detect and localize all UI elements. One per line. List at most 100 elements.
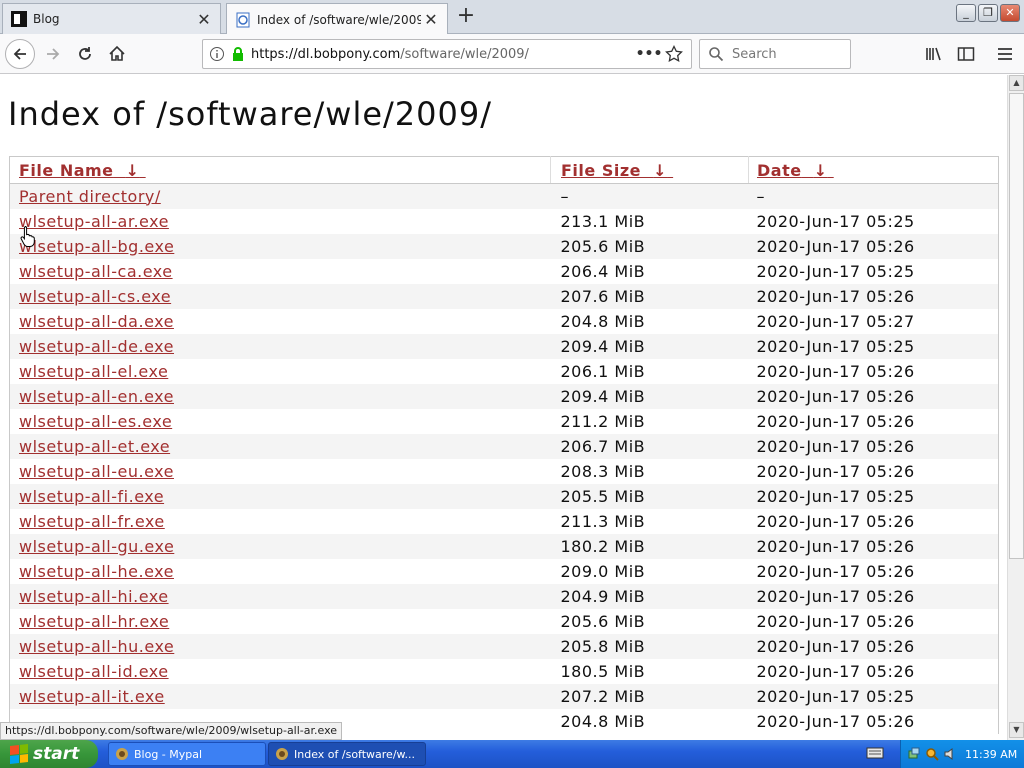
- sidebar-icon[interactable]: [956, 44, 976, 64]
- file-link[interactable]: wlsetup-all-cs.exe: [19, 287, 171, 306]
- library-icon[interactable]: [924, 44, 944, 64]
- scrollbar-thumb[interactable]: [1009, 93, 1024, 559]
- parent-directory-link[interactable]: Parent directory/: [19, 187, 161, 206]
- table-row: wlsetup-all-id.exe 180.5 MiB 2020-Jun-17 0…: [10, 659, 999, 684]
- file-link[interactable]: wlsetup-all-ca.exe: [19, 262, 173, 281]
- forward-arrow-icon: [47, 48, 60, 60]
- url-text[interactable]: https://dl.bobpony.com/software/wle/2009…: [251, 47, 635, 62]
- file-link[interactable]: wlsetup-all-gu.exe: [19, 537, 174, 556]
- taskbar-button-index[interactable]: Index of /software/w...: [268, 742, 426, 766]
- page-actions-icon[interactable]: •••: [635, 46, 663, 62]
- file-listing-table: File Name ↓ File Size ↓ Date ↓ Parent di…: [9, 156, 999, 734]
- close-window-button[interactable]: ✕: [1000, 4, 1020, 22]
- windows-taskbar: start Blog - Mypal Index of /software/w.…: [0, 740, 1024, 768]
- file-size-cell: –: [550, 183, 749, 209]
- speaker-icon[interactable]: [943, 747, 957, 761]
- table-row: wlsetup-all-gu.exe 180.2 MiB 2020-Jun-17 0…: [9, 533, 999, 559]
- keyboard-icon[interactable]: [866, 746, 884, 760]
- file-link[interactable]: wlsetup-all-el.exe: [19, 362, 168, 381]
- file-link[interactable]: wlsetup-all-fr.exe: [19, 512, 165, 531]
- header-date[interactable]: Date ↓: [748, 156, 999, 184]
- vertical-scrollbar[interactable]: ▲ ▼: [1007, 75, 1024, 740]
- file-name-cell: wlsetup-all-eu.exe: [10, 459, 551, 484]
- file-link[interactable]: wlsetup-all-bg.exe: [19, 237, 174, 256]
- date-cell: 2020-Jun-17 05:26: [748, 583, 999, 609]
- date-cell: 2020-Jun-17 05:27: [756, 311, 915, 331]
- start-button[interactable]: start: [0, 740, 98, 768]
- mypal-app-icon: [276, 748, 288, 760]
- close-tab-icon[interactable]: ✕: [421, 10, 441, 29]
- file-link[interactable]: wlsetup-all-id.exe: [19, 662, 169, 681]
- tab-index[interactable]: Index of /software/wle/2009/ ✕: [226, 3, 448, 35]
- table-row: wlsetup-all-ar.exe 213.1 MiB 2020-Jun-17 0…: [10, 209, 999, 234]
- file-name-cell: wlsetup-all-da.exe: [10, 309, 551, 334]
- file-link[interactable]: wlsetup-all-ar.exe: [19, 212, 169, 231]
- home-button[interactable]: [102, 39, 132, 69]
- minimize-button[interactable]: _: [956, 4, 976, 22]
- menu-icon[interactable]: [995, 44, 1015, 64]
- forward-button[interactable]: [38, 39, 68, 69]
- file-link[interactable]: wlsetup-all-en.exe: [19, 387, 174, 406]
- file-size-cell: 207.2 MiB: [550, 683, 749, 709]
- start-label: start: [33, 744, 80, 764]
- header-label: Date: [757, 160, 802, 180]
- taskbar-button-blog[interactable]: Blog - Mypal: [108, 742, 266, 766]
- date-cell: 2020-Jun-17 05:25: [756, 261, 915, 281]
- date-cell: –: [748, 183, 999, 209]
- date-cell: 2020-Jun-17 05:26: [756, 661, 915, 681]
- file-size-cell: 205.6 MiB: [560, 611, 646, 631]
- bookmark-star-icon[interactable]: [665, 45, 683, 63]
- url-bar[interactable]: https://dl.bobpony.com/software/wle/2009…: [202, 39, 692, 69]
- reload-button[interactable]: [70, 39, 100, 69]
- file-link[interactable]: wlsetup-all-he.exe: [19, 562, 174, 581]
- file-link[interactable]: wlsetup-all-es.exe: [19, 412, 172, 431]
- header-label: File Size: [561, 160, 641, 180]
- file-link[interactable]: wlsetup-all-da.exe: [19, 312, 174, 331]
- file-link[interactable]: wlsetup-all-de.exe: [19, 337, 174, 356]
- back-arrow-icon: [13, 48, 26, 60]
- restore-button[interactable]: ❐: [978, 4, 998, 22]
- header-file-size[interactable]: File Size ↓: [550, 156, 749, 184]
- date-cell: 2020-Jun-17 05:26: [756, 561, 915, 581]
- date-cell: 2020-Jun-17 05:26: [748, 383, 999, 409]
- file-name-cell: wlsetup-all-el.exe: [10, 359, 551, 384]
- date-cell: 2020-Jun-17 05:25: [748, 483, 999, 509]
- network-icon[interactable]: [907, 747, 921, 761]
- header-file-name[interactable]: File Name ↓: [9, 156, 551, 184]
- date-cell: 2020-Jun-17 05:26: [748, 533, 999, 559]
- file-size-cell: 180.5 MiB: [560, 661, 646, 681]
- clock[interactable]: 11:39 AM: [965, 748, 1017, 761]
- file-link[interactable]: wlsetup-all-eu.exe: [19, 462, 174, 481]
- page-title: Index of /software/wle/2009/: [8, 95, 493, 133]
- table-row: wlsetup-all-hi.exe 204.9 MiB 2020-Jun-17 0…: [9, 583, 999, 609]
- file-link[interactable]: wlsetup-all-hi.exe: [19, 587, 169, 606]
- scroll-up-icon[interactable]: ▲: [1009, 75, 1024, 91]
- info-icon[interactable]: [209, 46, 225, 62]
- table-row: wlsetup-all-da.exe 204.8 MiB 2020-Jun-17 0…: [10, 309, 999, 334]
- file-link[interactable]: wlsetup-all-hu.exe: [19, 637, 174, 656]
- sort-by-date-link[interactable]: Date ↓: [757, 161, 834, 180]
- home-icon: [109, 45, 125, 61]
- close-tab-icon[interactable]: ✕: [194, 10, 214, 29]
- file-size-cell: 204.8 MiB: [560, 311, 646, 331]
- date-cell: 2020-Jun-17 05:26: [748, 233, 999, 259]
- parent-directory-row: Parent directory/ – –: [9, 183, 999, 209]
- file-link[interactable]: wlsetup-all-fi.exe: [19, 487, 164, 506]
- sort-by-name-link[interactable]: File Name ↓: [19, 161, 146, 180]
- date-cell: 2020-Jun-17 05:26: [756, 461, 915, 481]
- table-row: wlsetup-all-fi.exe 205.5 MiB 2020-Jun-17 0…: [9, 483, 999, 509]
- search-tray-icon[interactable]: [925, 747, 939, 761]
- search-bar[interactable]: Search: [699, 39, 851, 69]
- table-header-row: File Name ↓ File Size ↓ Date ↓: [9, 156, 999, 184]
- back-button[interactable]: [5, 39, 35, 69]
- file-size-cell: 209.4 MiB: [550, 383, 749, 409]
- new-tab-button[interactable]: +: [454, 4, 478, 30]
- scroll-down-icon[interactable]: ▼: [1009, 722, 1024, 738]
- sort-by-size-link[interactable]: File Size ↓: [561, 161, 673, 180]
- tab-blog[interactable]: Blog ✕: [2, 3, 221, 34]
- system-tray: 11:39 AM: [900, 740, 1024, 768]
- file-link[interactable]: wlsetup-all-hr.exe: [19, 612, 169, 631]
- file-link[interactable]: wlsetup-all-et.exe: [19, 437, 170, 456]
- file-link[interactable]: wlsetup-all-it.exe: [19, 687, 165, 706]
- tab-label: Blog: [33, 12, 60, 26]
